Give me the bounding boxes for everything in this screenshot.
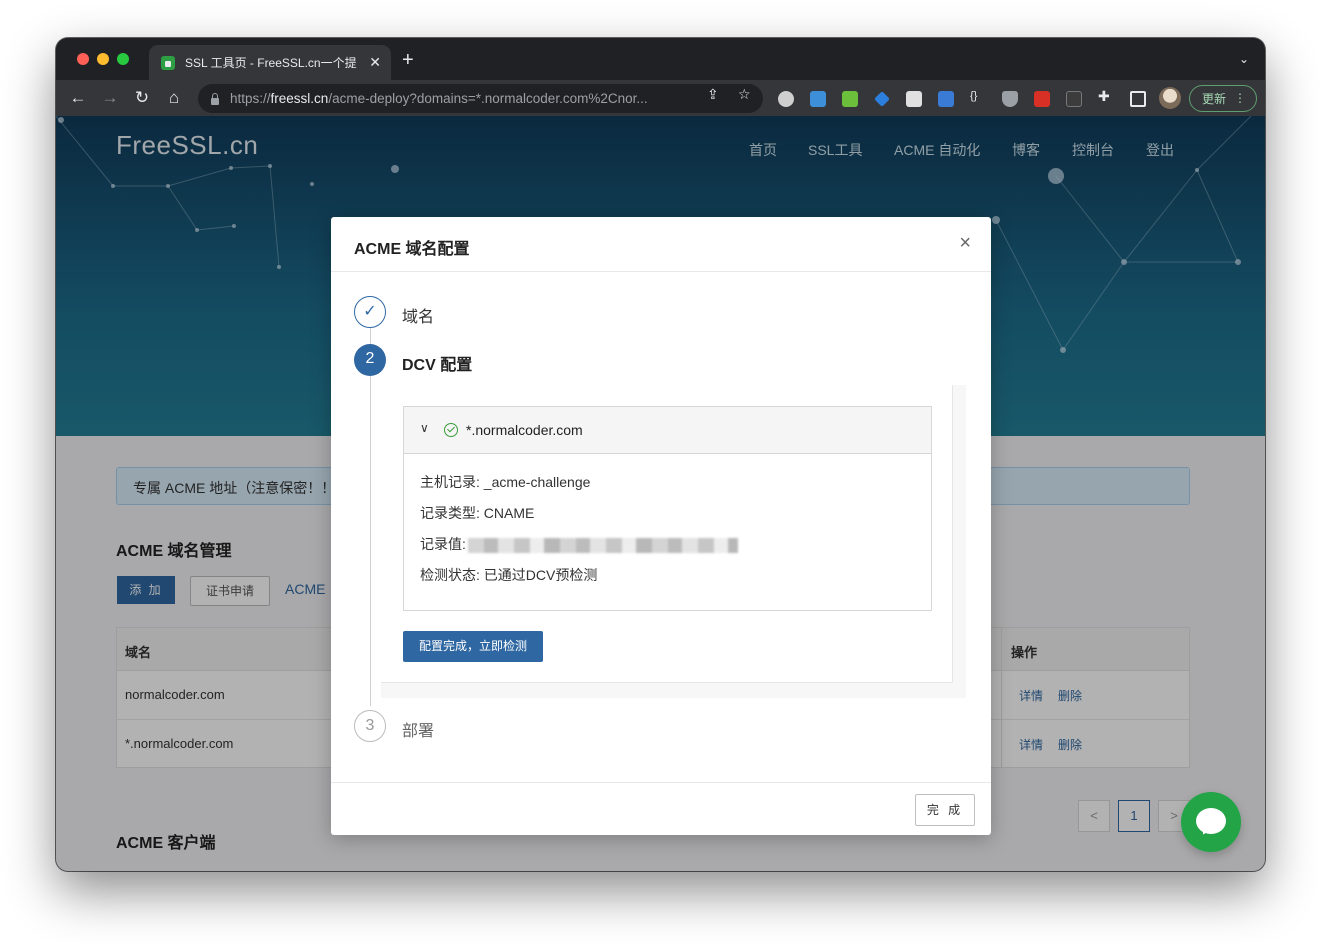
terminal-extension-icon[interactable] bbox=[1066, 91, 1082, 107]
tab-close-icon[interactable]: ✕ bbox=[369, 54, 381, 71]
step-3-label: 部署 bbox=[402, 723, 435, 740]
dcv-scroll-area: ∨ *.normalcoder.com 主机记录: _acme-challeng… bbox=[381, 385, 953, 683]
dcv-step-content: ∨ *.normalcoder.com 主机记录: _acme-challeng… bbox=[381, 385, 966, 698]
done-button[interactable]: 完 成 bbox=[915, 794, 975, 826]
record-value-redacted bbox=[467, 537, 738, 553]
step-2-label: DCV 配置 bbox=[402, 357, 473, 374]
tab-search-chevron-icon[interactable]: ⌄ bbox=[1239, 52, 1249, 66]
minimize-window-button[interactable] bbox=[97, 53, 109, 65]
download-extension-icon[interactable] bbox=[810, 91, 826, 107]
dcv-panel-header[interactable]: ∨ *.normalcoder.com bbox=[404, 407, 931, 454]
home-icon[interactable]: ⌂ bbox=[164, 88, 184, 108]
step-connector bbox=[370, 376, 371, 706]
diamond-extension-icon[interactable] bbox=[874, 91, 890, 107]
more-menu-icon[interactable]: ⋮ bbox=[1234, 91, 1246, 105]
shield-extension-icon[interactable] bbox=[1002, 91, 1018, 107]
url-text: https://freessl.cn/acme-deploy?domains=*… bbox=[230, 91, 648, 106]
acme-config-modal: ACME 域名配置 × ✓ 域名 2 DCV 配置 ∨ *.normalcode… bbox=[331, 217, 991, 835]
json-extension-icon[interactable]: {} bbox=[970, 90, 986, 106]
browser-tab[interactable]: SSL 工具页 - FreeSSL.cn一个提 ✕ bbox=[149, 45, 391, 80]
close-icon[interactable]: × bbox=[959, 233, 971, 253]
lock-favicon-icon bbox=[161, 55, 175, 70]
update-button[interactable]: 更新 ⋮ bbox=[1189, 85, 1257, 112]
host-record: 主机记录: _acme-challenge bbox=[420, 474, 591, 490]
profile-avatar[interactable] bbox=[1159, 87, 1181, 109]
modal-header: ACME 域名配置 × bbox=[331, 217, 991, 272]
tab-strip: SSL 工具页 - FreeSSL.cn一个提 ✕ + ⌄ bbox=[56, 38, 1265, 80]
side-panel-icon[interactable] bbox=[1130, 91, 1146, 107]
s-extension-icon[interactable] bbox=[938, 91, 954, 107]
step-2-number: 2 bbox=[354, 344, 386, 376]
tab-title: SSL 工具页 - FreeSSL.cn一个提 bbox=[185, 56, 357, 70]
detection-status: 检测状态: 已通过DCV预检测 bbox=[420, 567, 598, 583]
grid-extension-icon[interactable] bbox=[842, 91, 858, 107]
bookmark-star-icon[interactable]: ☆ bbox=[738, 86, 751, 103]
modal-footer: 完 成 bbox=[331, 782, 991, 835]
back-arrow-icon[interactable]: ← bbox=[68, 88, 88, 108]
dcv-domain-panel: ∨ *.normalcoder.com 主机记录: _acme-challeng… bbox=[403, 406, 932, 611]
forward-arrow-icon[interactable]: → bbox=[100, 88, 120, 108]
step-1-label: 域名 bbox=[402, 309, 435, 326]
reload-icon[interactable]: ↻ bbox=[132, 88, 152, 108]
record-type: 记录类型: CNAME bbox=[420, 505, 535, 521]
step-connector bbox=[370, 328, 371, 345]
browser-toolbar: ← → ↻ ⌂ https://freessl.cn/acme-deploy?d… bbox=[56, 80, 1265, 116]
update-label: 更新 bbox=[1202, 92, 1227, 106]
modal-title: ACME 域名配置 bbox=[354, 241, 470, 258]
web-page: FreeSSL.cn 首页 SSL工具 ACME 自动化 博客 控制台 登出 专… bbox=[56, 116, 1265, 871]
chat-button[interactable] bbox=[1181, 792, 1241, 852]
chevron-down-icon[interactable]: ∨ bbox=[420, 421, 429, 435]
check-circle-icon bbox=[444, 423, 458, 437]
check-now-button[interactable]: 配置完成，立即检测 bbox=[403, 631, 543, 662]
github-extension-icon[interactable] bbox=[778, 91, 794, 107]
record-value: 记录值: bbox=[420, 534, 738, 554]
record-value-label: 记录值: bbox=[420, 536, 466, 552]
new-tab-button[interactable]: + bbox=[402, 50, 414, 70]
fe-extension-icon[interactable] bbox=[1034, 91, 1050, 107]
b-extension-icon[interactable] bbox=[906, 91, 922, 107]
browser-window: SSL 工具页 - FreeSSL.cn一个提 ✕ + ⌄ ← → ↻ ⌂ ht… bbox=[56, 38, 1265, 871]
share-icon[interactable]: ⇪ bbox=[707, 86, 719, 103]
maximize-window-button[interactable] bbox=[117, 53, 129, 65]
chat-bubble-icon bbox=[1196, 808, 1226, 834]
step-3-number: 3 bbox=[354, 710, 386, 742]
puzzle-extensions-icon[interactable]: ✚ bbox=[1098, 88, 1114, 104]
lock-icon bbox=[210, 92, 220, 105]
step-1-check-icon: ✓ bbox=[354, 296, 386, 328]
close-window-button[interactable] bbox=[77, 53, 89, 65]
dcv-domain-name: *.normalcoder.com bbox=[466, 422, 583, 438]
address-bar[interactable]: https://freessl.cn/acme-deploy?domains=*… bbox=[198, 84, 763, 113]
